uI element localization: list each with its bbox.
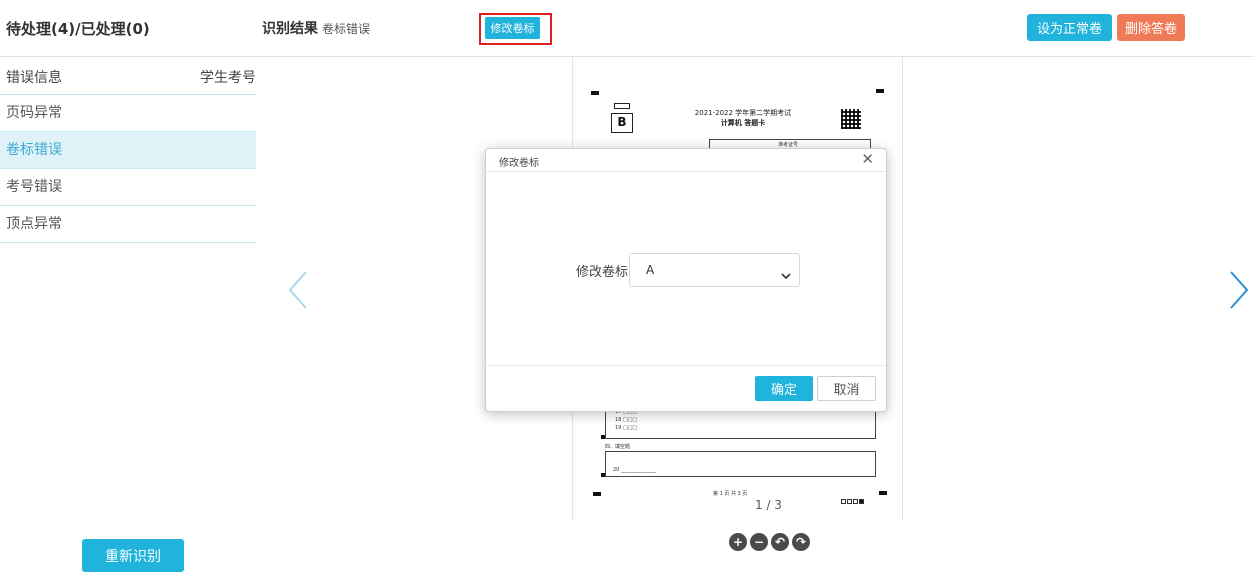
sheet-title-line1: 2021-2022 学年第二学期考试 [694, 109, 792, 117]
dialog-title: 修改卷标 [499, 158, 539, 169]
error-item-label[interactable]: 卷标错误 [0, 132, 256, 169]
anchor-mark [601, 435, 605, 439]
next-arrow-icon[interactable] [1227, 268, 1251, 312]
q19-num: 19 [615, 425, 622, 431]
anchor-mark [601, 473, 605, 477]
result-label: 识别结果 [262, 21, 318, 37]
modify-label-dialog: 修改卷标 ✕ 修改卷标 A 确定 取消 [485, 148, 887, 412]
set-normal-button[interactable]: 设为正常卷 [1027, 14, 1112, 41]
anchor-mark [593, 492, 601, 496]
image-tools: + − ↶ ↷ [729, 533, 810, 551]
process-status: 待处理(4)/已处理(0) [6, 20, 150, 38]
sheet-title-line2: 计算机 答题卡 [720, 119, 766, 127]
col-error-info: 错误信息 [6, 70, 62, 86]
label-select[interactable]: A [629, 253, 800, 287]
col-student-id: 学生考号 [200, 70, 256, 86]
anchor-mark [879, 491, 887, 495]
label-select-value: A [646, 263, 655, 277]
error-item-page[interactable]: 页码异常 [0, 95, 256, 132]
sheet-section-label: 四、填空题 [605, 444, 631, 450]
paper-type-label: B [611, 113, 633, 133]
error-list: 页码异常 卷标错误 考号错误 顶点异常 [0, 95, 256, 243]
sheet-q18: 18 □□□ [615, 417, 638, 423]
error-item-id[interactable]: 考号错误 [0, 169, 256, 206]
dialog-footer-divider [486, 365, 886, 366]
sheet-q20: 20 ______________ [613, 467, 656, 473]
sheet-page-info: 第 1 页 共 3 页 [713, 491, 748, 497]
q18-num: 18 [615, 417, 622, 423]
result-value: 卷标错误 [322, 22, 371, 36]
paper-type-tab [614, 103, 630, 109]
zoom-out-icon[interactable]: − [750, 533, 768, 551]
modify-label-button[interactable]: 修改卷标 [485, 17, 540, 39]
sheet-id-label: 准考证号 [778, 142, 799, 148]
dialog-header: 修改卷标 ✕ [486, 149, 886, 172]
sheet-title: 2021-2022 学年第二学期考试 计算机 答题卡 [673, 108, 813, 128]
rotate-left-icon[interactable]: ↶ [771, 533, 789, 551]
error-list-header: 错误信息 学生考号 [0, 58, 256, 95]
sheet-fill-box [605, 451, 876, 477]
error-item-vertex[interactable]: 顶点异常 [0, 206, 256, 243]
page-indicator: 1 / 3 [755, 498, 782, 512]
rerecognize-button[interactable]: 重新识别 [82, 539, 184, 572]
close-icon[interactable]: ✕ [861, 151, 874, 167]
chevron-down-icon [781, 265, 791, 284]
sheet-q19: 19 □□□ [615, 425, 638, 431]
recognition-result: 识别结果 卷标错误 [262, 18, 370, 38]
anchor-mark [591, 91, 599, 95]
anchor-mark [876, 89, 884, 93]
top-header: 待处理(4)/已处理(0) 识别结果 卷标错误 修改卷标 设为正常卷 删除答卷 [0, 0, 1254, 57]
qr-code-icon [841, 109, 861, 129]
sheet-page-squares [841, 489, 865, 508]
prev-arrow-icon[interactable] [286, 268, 310, 312]
rotate-right-icon[interactable]: ↷ [792, 533, 810, 551]
label-field-label: 修改卷标 [576, 265, 629, 280]
zoom-in-icon[interactable]: + [729, 533, 747, 551]
q20-num: 20 [613, 467, 620, 473]
cancel-button[interactable]: 取消 [817, 376, 876, 401]
delete-sheet-button[interactable]: 删除答卷 [1117, 14, 1185, 41]
confirm-button[interactable]: 确定 [755, 376, 813, 401]
